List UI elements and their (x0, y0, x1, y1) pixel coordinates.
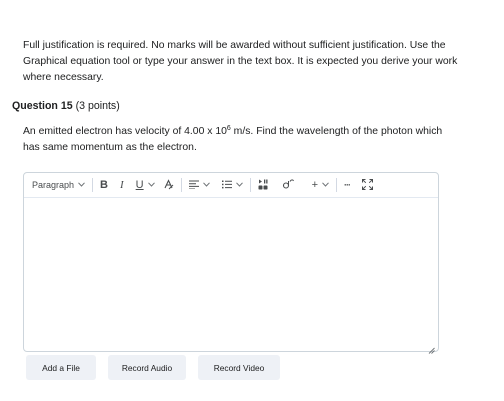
chevron-down-icon (202, 181, 210, 189)
underline-dropdown[interactable]: U (132, 173, 159, 197)
fullscreen-button[interactable] (358, 173, 377, 197)
fullscreen-icon (361, 178, 374, 192)
insert-media-button[interactable] (254, 173, 272, 197)
more-icon: ··· (344, 180, 351, 190)
page: Full justification is required. No marks… (0, 0, 504, 401)
chevron-down-icon (147, 181, 155, 189)
toolbar-divider (180, 178, 182, 192)
answer-editor: Paragraph B I U + ··· (23, 172, 439, 354)
bold-icon: B (100, 179, 108, 191)
question-text-part1: An emitted electron has velocity of 4.00… (23, 126, 227, 137)
text-color-icon (163, 178, 174, 192)
question-heading: Question 15 (3 points) (12, 99, 120, 113)
record-video-button[interactable]: Record Video (198, 355, 280, 380)
chevron-down-icon (322, 181, 329, 189)
question-text: An emitted electron has velocity of 4.00… (23, 124, 443, 156)
toolbar-divider (249, 178, 251, 192)
text-color-button[interactable] (159, 173, 178, 197)
editor-toolbar: Paragraph B I U + ··· (24, 173, 438, 198)
italic-button[interactable]: I (116, 173, 128, 197)
add-file-button[interactable]: Add a File (26, 355, 96, 380)
add-dropdown[interactable]: + (308, 173, 333, 197)
record-audio-button[interactable]: Record Audio (108, 355, 186, 380)
add-icon: + (311, 179, 319, 191)
instructions-text: Full justification is required. No marks… (23, 40, 458, 83)
align-dropdown[interactable] (185, 173, 214, 197)
underline-icon: U (135, 179, 144, 191)
toolbar-divider (336, 178, 338, 192)
toolbar-divider (92, 178, 94, 192)
list-dropdown[interactable] (218, 173, 247, 197)
resize-handle-icon[interactable] (428, 341, 435, 354)
paragraph-format-dropdown[interactable]: Paragraph (24, 173, 89, 197)
chevron-down-icon (235, 181, 243, 189)
answer-text-area[interactable] (24, 198, 438, 351)
more-button[interactable]: ··· (340, 173, 354, 197)
bold-button[interactable]: B (96, 173, 112, 197)
question-points: (3 points) (75, 100, 120, 112)
align-icon (188, 180, 199, 191)
italic-icon: I (119, 179, 124, 191)
question-title: Question 15 (12, 100, 73, 112)
equation-icon (282, 179, 294, 191)
paragraph-format-label: Paragraph (32, 180, 75, 190)
chevron-down-icon (78, 181, 85, 189)
equation-button[interactable] (278, 173, 298, 197)
insert-media-icon (258, 179, 268, 192)
list-icon (221, 180, 232, 191)
